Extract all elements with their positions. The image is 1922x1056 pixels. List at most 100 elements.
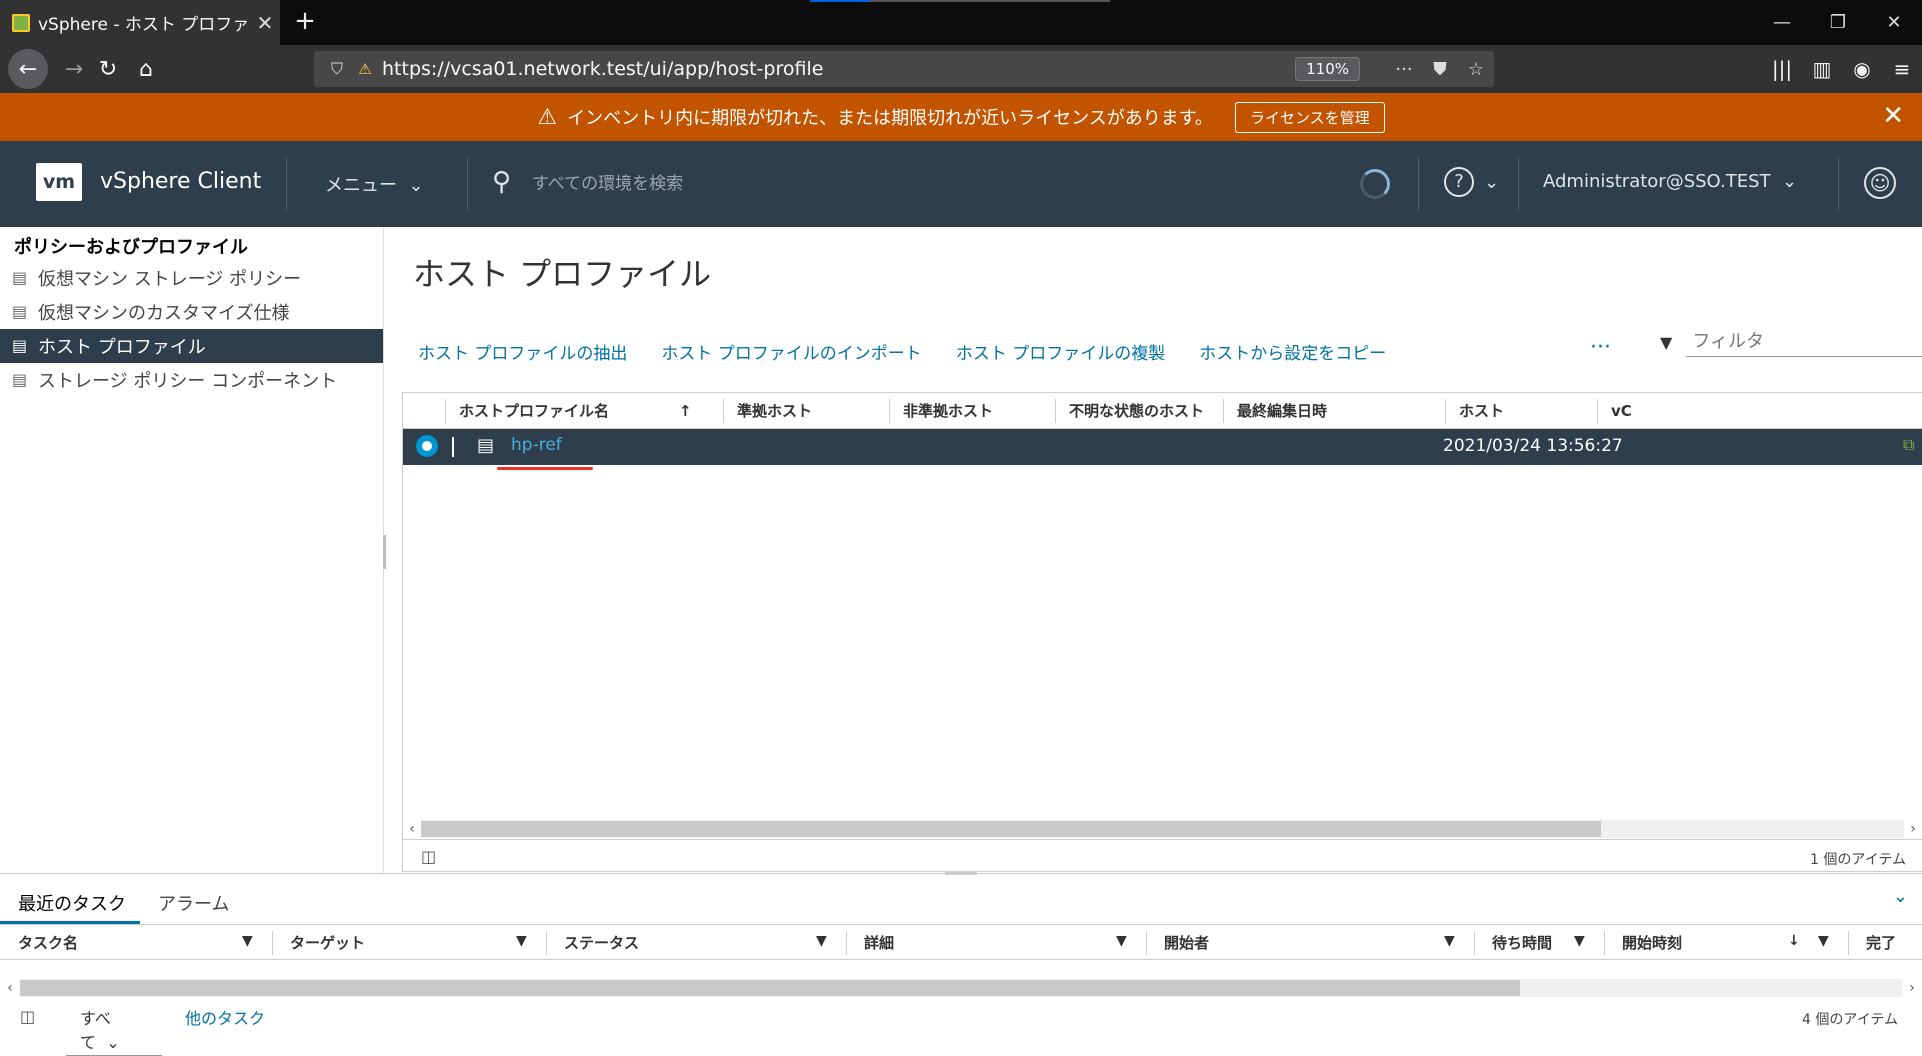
grid-horizontal-scrollbar[interactable]: ‹ › [403,819,1922,839]
sort-ascending-icon[interactable]: ↑ [679,393,692,429]
browser-toolbar-right: ||| ▥ ◉ ≡ [1762,51,1922,87]
table-row[interactable]: ▤ hp-ref 2021/03/24 13:56:27 ⧉ [403,429,1922,465]
sidebar-item-vm-customization-specs[interactable]: ▤ 仮想マシンのカスタマイズ仕様 [0,295,383,329]
column-header-name[interactable]: ホストプロファイル名 [445,393,609,429]
new-tab-button[interactable]: + [290,6,320,36]
sidebar-item-host-profiles[interactable]: ▤ ホスト プロファイル [0,329,383,363]
insecure-lock-icon[interactable]: ⚠ [352,60,378,78]
tracking-shield-icon[interactable]: ⛉ [322,59,352,79]
banner-close-icon[interactable]: ✕ [1882,103,1904,129]
import-host-profile-link[interactable]: ホスト プロファイルのインポート [661,339,921,364]
scroll-left-icon[interactable]: ‹ [0,980,20,996]
page-actions-icon[interactable]: ··· [1386,59,1422,80]
scroll-track[interactable] [421,820,1904,838]
column-header-hosts[interactable]: ホスト [1445,393,1504,429]
filter-icon[interactable]: ▼ [1444,933,1455,949]
row-select-radio[interactable] [416,435,438,457]
sidebar-icon[interactable]: ▥ [1802,51,1842,87]
manage-licenses-button[interactable]: ライセンスを管理 [1234,101,1385,133]
chevron-down-icon: ⌄ [402,175,424,196]
column-toggle-icon[interactable]: ◫ [20,1007,35,1026]
zoom-level-badge[interactable]: 110% [1295,57,1360,81]
column-header-target[interactable]: ターゲット [272,925,365,961]
header-divider [1418,157,1419,211]
browser-tab[interactable]: vSphere - ホスト プロファイル ✕ [0,0,280,45]
library-icon[interactable]: ||| [1762,51,1802,87]
column-header-completion[interactable]: 完了 [1848,925,1896,961]
user-name: Administrator@SSO.TEST [1543,171,1771,192]
forward-icon[interactable]: → [56,51,92,87]
more-tasks-link[interactable]: 他のタスク [185,1005,265,1029]
filter-icon[interactable]: ▼ [516,933,527,949]
column-toggle-icon[interactable]: ◫ [421,847,436,866]
scroll-left-icon[interactable]: ‹ [403,821,421,837]
bookmark-star-icon[interactable]: ☆ [1458,59,1494,80]
minimize-icon[interactable]: — [1754,0,1810,45]
filter-input[interactable] [1686,327,1922,357]
column-header-details[interactable]: 詳細 [846,925,894,961]
row-divider [452,437,454,457]
task-filter-dropdown[interactable]: すべて ⌄ [66,1003,162,1056]
duplicate-host-profile-link[interactable]: ホスト プロファイルの複製 [956,339,1165,364]
feedback-smiley-icon[interactable]: ☺ [1864,167,1896,199]
menu-icon[interactable]: ≡ [1882,51,1922,87]
scroll-track[interactable] [20,979,1902,997]
column-header-vc[interactable]: vC [1597,393,1632,429]
extract-host-profile-link[interactable]: ホスト プロファイルの抽出 [418,339,627,364]
filter-icon[interactable]: ▼ [1818,933,1829,949]
vmware-logo[interactable]: vm [36,163,82,201]
account-icon[interactable]: ◉ [1842,51,1882,87]
tab-recent-tasks[interactable]: 最近のタスク [0,874,140,924]
column-header-last-edited[interactable]: 最終編集日時 [1223,393,1327,429]
sidebar-item-label: 仮想マシンのカスタマイズ仕様 [38,303,290,324]
sidebar-item-vm-storage-policies[interactable]: ▤ 仮想マシン ストレージ ポリシー [0,261,383,295]
panel-resize-handle[interactable] [945,871,977,875]
item-count: 1 個のアイテム [1810,852,1906,868]
pocket-icon[interactable]: ⛊ [1422,59,1458,80]
scroll-right-icon[interactable]: › [1902,980,1922,996]
column-header-task-name[interactable]: タスク名 [0,925,78,961]
sidebar-item-label: 仮想マシン ストレージ ポリシー [38,269,302,290]
back-icon[interactable]: ← [8,49,48,89]
scroll-right-icon[interactable]: › [1904,821,1922,837]
main-menu-dropdown[interactable]: メニュー ⌄ [325,171,424,197]
scroll-thumb[interactable] [20,980,1520,996]
tab-alarms[interactable]: アラーム [140,874,243,924]
column-header-queued-for[interactable]: 待ち時間 [1474,925,1552,961]
vsphere-header: vm vSphere Client メニュー ⌄ ⚲ ? ⌄ Administr… [0,141,1922,227]
address-bar[interactable]: ⛉ ⚠ https://vcsa01.network.test/ui/app/h… [314,51,1494,87]
column-header-compliant[interactable]: 準拠ホスト [723,393,812,429]
sort-descending-icon[interactable]: ↓ [1788,933,1800,949]
tab-close-icon[interactable]: ✕ [250,11,280,35]
host-profiles-grid: ホストプロファイル名 ↑ 準拠ホスト 非準拠ホスト 不明な状態のホスト 最終編集… [402,392,1922,872]
column-header-unknown[interactable]: 不明な状態のホスト [1055,393,1204,429]
grid-footer: ◫ 1 個のアイテム [403,839,1922,873]
host-profile-name-link[interactable]: hp-ref [511,435,562,455]
collapse-panel-icon[interactable]: ⌄ [1893,886,1908,907]
filter-icon[interactable]: ▼ [242,933,253,949]
help-menu[interactable]: ? ⌄ [1444,167,1499,197]
column-header-start-time[interactable]: 開始時刻 [1604,925,1682,961]
tasks-horizontal-scrollbar[interactable]: ‹ › [0,979,1922,997]
scroll-thumb[interactable] [421,821,1601,837]
column-header-status[interactable]: ステータス [546,925,639,961]
app-name[interactable]: vSphere Client [100,169,261,194]
storage-component-icon: ▤ [12,370,28,389]
sidebar-item-storage-policy-components[interactable]: ▤ ストレージ ポリシー コンポーネント [0,363,383,397]
column-header-initiator[interactable]: 開始者 [1146,925,1209,961]
filter-icon[interactable]: ▼ [1116,933,1127,949]
host-profile-icon: ▤ [477,435,495,456]
column-header-noncompliant[interactable]: 非準拠ホスト [889,393,993,429]
filter-icon[interactable]: ▼ [816,933,827,949]
global-search-input[interactable] [532,174,972,194]
home-icon[interactable]: ⌂ [128,51,164,87]
reload-icon[interactable]: ↻ [90,51,126,87]
user-menu[interactable]: Administrator@SSO.TEST ⌄ [1543,171,1797,192]
copy-settings-from-host-link[interactable]: ホストから設定をコピー [1199,339,1386,364]
url-text[interactable]: https://vcsa01.network.test/ui/app/host-… [378,58,1295,80]
header-divider [286,157,287,211]
more-actions-button[interactable]: ··· [1590,335,1611,360]
filter-icon[interactable]: ▼ [1574,933,1585,949]
restore-icon[interactable]: ❐ [1810,0,1866,45]
window-close-icon[interactable]: ✕ [1866,0,1922,45]
